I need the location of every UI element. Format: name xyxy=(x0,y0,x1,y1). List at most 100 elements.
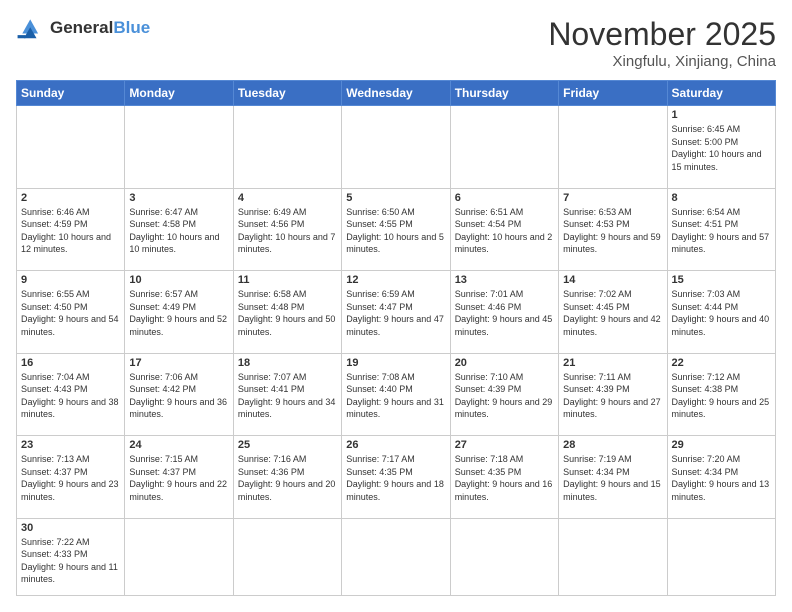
calendar-cell: 4 Sunrise: 6:49 AM Sunset: 4:56 PM Daylig… xyxy=(233,188,341,271)
weekday-header-friday: Friday xyxy=(559,81,667,106)
calendar-cell xyxy=(342,106,450,189)
calendar-cell: 22 Sunrise: 7:12 AM Sunset: 4:38 PM Dayli… xyxy=(667,353,775,436)
calendar-cell: 14 Sunrise: 7:02 AM Sunset: 4:45 PM Dayli… xyxy=(559,271,667,354)
weekday-header-row: SundayMondayTuesdayWednesdayThursdayFrid… xyxy=(17,81,776,106)
day-info: Sunrise: 7:19 AM Sunset: 4:34 PM Dayligh… xyxy=(563,453,662,503)
day-info: Sunrise: 7:13 AM Sunset: 4:37 PM Dayligh… xyxy=(21,453,120,503)
week-row-4: 23Sunrise: 7:13 AM Sunset: 4:37 PM Dayli… xyxy=(17,436,776,519)
day-info: Sunrise: 7:16 AM Sunset: 4:36 PM Dayligh… xyxy=(238,453,337,503)
calendar-cell: 28 Sunrise: 7:19 AM Sunset: 4:34 PM Dayli… xyxy=(559,436,667,519)
day-number: 18 xyxy=(238,357,337,369)
day-info: Sunrise: 6:46 AM Sunset: 4:59 PM Dayligh… xyxy=(21,206,120,256)
calendar-cell: 20 Sunrise: 7:10 AM Sunset: 4:39 PM Dayli… xyxy=(450,353,558,436)
calendar-cell: 27 Sunrise: 7:18 AM Sunset: 4:35 PM Dayli… xyxy=(450,436,558,519)
day-number: 21 xyxy=(563,357,662,369)
day-number: 11 xyxy=(238,274,337,286)
calendar-cell: 6 Sunrise: 6:51 AM Sunset: 4:54 PM Daylig… xyxy=(450,188,558,271)
day-info: Sunrise: 6:45 AM Sunset: 5:00 PM Dayligh… xyxy=(672,123,771,173)
title-block: November 2025 Xingfulu, Xinjiang, China xyxy=(548,16,776,70)
general-blue-logo-icon xyxy=(16,16,46,40)
logo: GeneralBlue xyxy=(16,16,150,40)
calendar-cell xyxy=(233,106,341,189)
logo-text: GeneralBlue xyxy=(50,18,150,38)
day-info: Sunrise: 7:10 AM Sunset: 4:39 PM Dayligh… xyxy=(455,371,554,421)
day-number: 28 xyxy=(563,439,662,451)
day-number: 20 xyxy=(455,357,554,369)
weekday-header-monday: Monday xyxy=(125,81,233,106)
calendar-cell: 2 Sunrise: 6:46 AM Sunset: 4:59 PM Daylig… xyxy=(17,188,125,271)
day-number: 8 xyxy=(672,192,771,204)
day-info: Sunrise: 7:03 AM Sunset: 4:44 PM Dayligh… xyxy=(672,288,771,338)
page: GeneralBlue November 2025 Xingfulu, Xinj… xyxy=(0,0,792,612)
day-info: Sunrise: 6:49 AM Sunset: 4:56 PM Dayligh… xyxy=(238,206,337,256)
calendar-cell: 16Sunrise: 7:04 AM Sunset: 4:43 PM Dayli… xyxy=(17,353,125,436)
header: GeneralBlue November 2025 Xingfulu, Xinj… xyxy=(16,16,776,70)
calendar-cell: 11 Sunrise: 6:58 AM Sunset: 4:48 PM Dayli… xyxy=(233,271,341,354)
calendar-cell: 5 Sunrise: 6:50 AM Sunset: 4:55 PM Daylig… xyxy=(342,188,450,271)
day-number: 16 xyxy=(21,357,120,369)
calendar-cell xyxy=(559,518,667,596)
day-info: Sunrise: 7:17 AM Sunset: 4:35 PM Dayligh… xyxy=(346,453,445,503)
calendar-subtitle: Xingfulu, Xinjiang, China xyxy=(548,53,776,70)
day-info: Sunrise: 7:20 AM Sunset: 4:34 PM Dayligh… xyxy=(672,453,771,503)
day-number: 15 xyxy=(672,274,771,286)
calendar-cell xyxy=(17,106,125,189)
calendar-body: 1 Sunrise: 6:45 AM Sunset: 5:00 PM Daylig… xyxy=(17,106,776,596)
calendar-cell xyxy=(667,518,775,596)
day-number: 30 xyxy=(21,522,120,534)
day-info: Sunrise: 6:51 AM Sunset: 4:54 PM Dayligh… xyxy=(455,206,554,256)
calendar-cell: 23Sunrise: 7:13 AM Sunset: 4:37 PM Dayli… xyxy=(17,436,125,519)
day-number: 27 xyxy=(455,439,554,451)
day-info: Sunrise: 6:58 AM Sunset: 4:48 PM Dayligh… xyxy=(238,288,337,338)
day-number: 4 xyxy=(238,192,337,204)
day-number: 2 xyxy=(21,192,120,204)
day-number: 1 xyxy=(672,109,771,121)
calendar-cell: 13 Sunrise: 7:01 AM Sunset: 4:46 PM Dayli… xyxy=(450,271,558,354)
week-row-0: 1 Sunrise: 6:45 AM Sunset: 5:00 PM Daylig… xyxy=(17,106,776,189)
day-info: Sunrise: 7:12 AM Sunset: 4:38 PM Dayligh… xyxy=(672,371,771,421)
day-number: 22 xyxy=(672,357,771,369)
day-number: 10 xyxy=(129,274,228,286)
calendar-cell: 18Sunrise: 7:07 AM Sunset: 4:41 PM Dayli… xyxy=(233,353,341,436)
day-info: Sunrise: 6:59 AM Sunset: 4:47 PM Dayligh… xyxy=(346,288,445,338)
day-info: Sunrise: 6:53 AM Sunset: 4:53 PM Dayligh… xyxy=(563,206,662,256)
calendar-cell: 1 Sunrise: 6:45 AM Sunset: 5:00 PM Daylig… xyxy=(667,106,775,189)
weekday-header-saturday: Saturday xyxy=(667,81,775,106)
calendar-cell: 19Sunrise: 7:08 AM Sunset: 4:40 PM Dayli… xyxy=(342,353,450,436)
calendar-header: SundayMondayTuesdayWednesdayThursdayFrid… xyxy=(17,81,776,106)
day-info: Sunrise: 6:57 AM Sunset: 4:49 PM Dayligh… xyxy=(129,288,228,338)
calendar-cell xyxy=(233,518,341,596)
day-number: 29 xyxy=(672,439,771,451)
calendar-cell: 15 Sunrise: 7:03 AM Sunset: 4:44 PM Dayli… xyxy=(667,271,775,354)
calendar-cell: 25Sunrise: 7:16 AM Sunset: 4:36 PM Dayli… xyxy=(233,436,341,519)
calendar-cell: 8 Sunrise: 6:54 AM Sunset: 4:51 PM Daylig… xyxy=(667,188,775,271)
calendar-cell: 10 Sunrise: 6:57 AM Sunset: 4:49 PM Dayli… xyxy=(125,271,233,354)
day-info: Sunrise: 7:01 AM Sunset: 4:46 PM Dayligh… xyxy=(455,288,554,338)
day-number: 14 xyxy=(563,274,662,286)
day-info: Sunrise: 6:54 AM Sunset: 4:51 PM Dayligh… xyxy=(672,206,771,256)
day-number: 13 xyxy=(455,274,554,286)
day-number: 9 xyxy=(21,274,120,286)
calendar-cell: 21 Sunrise: 7:11 AM Sunset: 4:39 PM Dayli… xyxy=(559,353,667,436)
day-number: 6 xyxy=(455,192,554,204)
day-number: 3 xyxy=(129,192,228,204)
day-info: Sunrise: 7:06 AM Sunset: 4:42 PM Dayligh… xyxy=(129,371,228,421)
weekday-header-sunday: Sunday xyxy=(17,81,125,106)
day-number: 24 xyxy=(129,439,228,451)
day-number: 5 xyxy=(346,192,445,204)
calendar-cell: 24 Sunrise: 7:15 AM Sunset: 4:37 PM Dayli… xyxy=(125,436,233,519)
day-info: Sunrise: 7:11 AM Sunset: 4:39 PM Dayligh… xyxy=(563,371,662,421)
calendar-table: SundayMondayTuesdayWednesdayThursdayFrid… xyxy=(16,80,776,596)
day-info: Sunrise: 7:18 AM Sunset: 4:35 PM Dayligh… xyxy=(455,453,554,503)
calendar-cell xyxy=(342,518,450,596)
calendar-cell xyxy=(450,518,558,596)
calendar-cell: 17Sunrise: 7:06 AM Sunset: 4:42 PM Dayli… xyxy=(125,353,233,436)
day-number: 7 xyxy=(563,192,662,204)
day-info: Sunrise: 7:15 AM Sunset: 4:37 PM Dayligh… xyxy=(129,453,228,503)
day-info: Sunrise: 6:50 AM Sunset: 4:55 PM Dayligh… xyxy=(346,206,445,256)
weekday-header-tuesday: Tuesday xyxy=(233,81,341,106)
calendar-cell xyxy=(450,106,558,189)
day-info: Sunrise: 7:02 AM Sunset: 4:45 PM Dayligh… xyxy=(563,288,662,338)
week-row-5: 30Sunrise: 7:22 AM Sunset: 4:33 PM Dayli… xyxy=(17,518,776,596)
day-number: 12 xyxy=(346,274,445,286)
